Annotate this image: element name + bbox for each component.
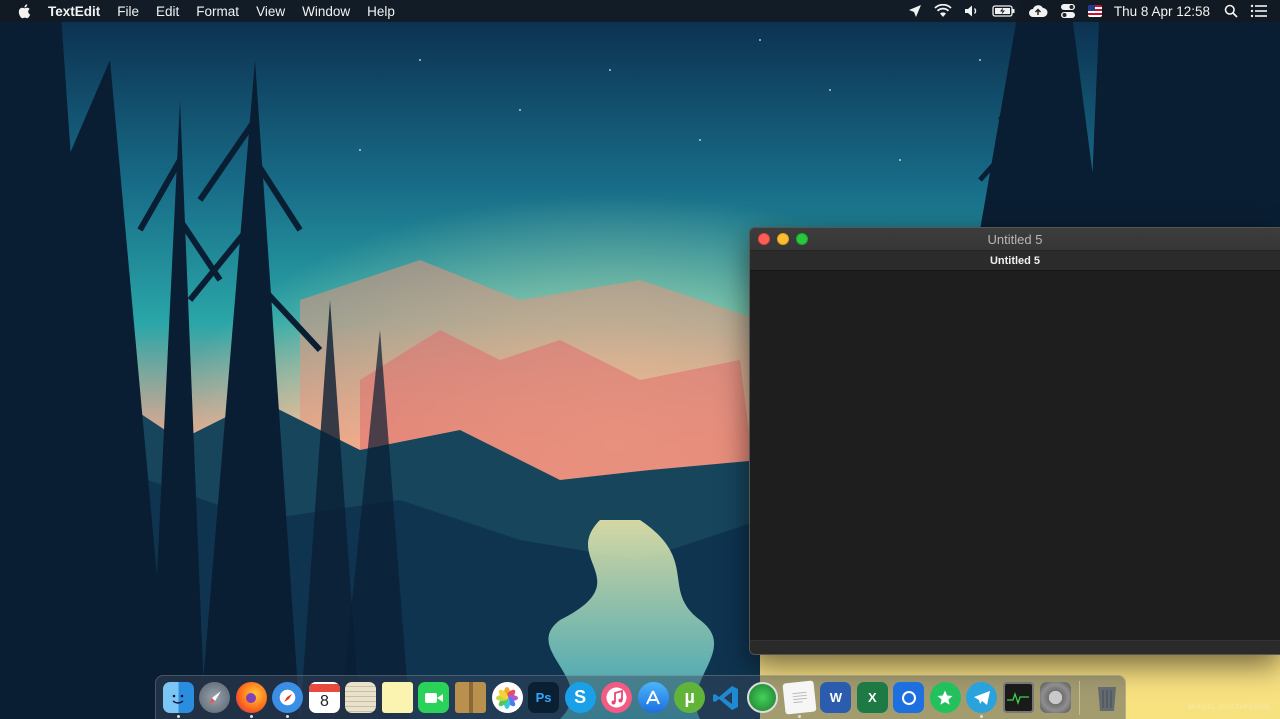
input-source-flag-icon[interactable] xyxy=(1087,5,1102,17)
minimize-window-button[interactable] xyxy=(777,233,789,245)
dock-word[interactable]: W xyxy=(818,678,855,718)
photos-icon xyxy=(491,682,523,713)
window-title: Untitled 5 xyxy=(987,231,1043,247)
word-icon: W xyxy=(820,682,852,713)
dock-calendar[interactable]: 8 xyxy=(306,678,343,718)
menu-edit[interactable]: Edit xyxy=(156,4,179,19)
dock-activity-monitor[interactable] xyxy=(1000,678,1037,718)
archive-utility-icon xyxy=(455,682,487,713)
dock-archive-utility[interactable] xyxy=(452,678,489,718)
dock: 8 Ps S µ W X xyxy=(155,675,1126,719)
dock-itunes[interactable] xyxy=(598,678,635,718)
dock-utorrent[interactable]: µ xyxy=(671,678,708,718)
blue-app-icon xyxy=(893,682,925,713)
volume-icon[interactable] xyxy=(964,4,980,18)
dock-safari[interactable] xyxy=(270,678,307,718)
menu-view[interactable]: View xyxy=(256,4,285,19)
window-controls xyxy=(758,233,815,245)
dock-system-preferences[interactable] xyxy=(1037,678,1074,718)
dock-facetime[interactable] xyxy=(416,678,453,718)
skype-label: S xyxy=(574,687,587,707)
menu-bar: TextEdit File Edit Format View Window He… xyxy=(0,0,1280,22)
finder-icon xyxy=(162,682,194,713)
word-label: W xyxy=(829,690,842,705)
dock-star-app[interactable] xyxy=(927,678,964,718)
dock-app-store[interactable] xyxy=(635,678,672,718)
textedit-window: Untitled 5 Untitled 5 xyxy=(749,227,1280,655)
dock-vscode[interactable] xyxy=(708,678,745,718)
utorrent-icon: µ xyxy=(674,682,706,713)
window-titlebar[interactable]: Untitled 5 xyxy=(750,228,1280,250)
menu-format[interactable]: Format xyxy=(196,4,239,19)
itunes-icon xyxy=(601,682,633,713)
calendar-day-number: 8 xyxy=(319,692,329,710)
dock-finder[interactable] xyxy=(160,678,197,718)
menu-file[interactable]: File xyxy=(117,4,139,19)
dock-textedit[interactable] xyxy=(781,678,818,718)
notes-icon xyxy=(345,682,377,713)
trash-icon xyxy=(1091,682,1122,713)
spotlight-search-icon[interactable] xyxy=(1224,4,1238,18)
photoshop-icon: Ps xyxy=(528,682,560,713)
dock-photoshop[interactable]: Ps xyxy=(525,678,562,718)
system-preferences-icon xyxy=(1039,682,1071,713)
excel-label: X xyxy=(868,690,877,705)
wallpaper-artist-watermark: MIKAEL GUSTAFSSON xyxy=(1188,705,1270,711)
excel-icon: X xyxy=(856,682,888,713)
green-app-icon xyxy=(747,682,779,713)
safari-icon xyxy=(272,682,304,713)
menu-clock[interactable]: Thu 8 Apr 12:58 xyxy=(1114,4,1210,19)
dock-excel[interactable]: X xyxy=(854,678,891,718)
facetime-icon xyxy=(418,682,450,713)
calendar-icon: 8 xyxy=(308,682,340,713)
battery-icon[interactable] xyxy=(992,4,1016,18)
photoshop-label: Ps xyxy=(535,690,552,705)
skype-icon: S xyxy=(564,682,596,713)
dock-blue-app[interactable] xyxy=(891,678,928,718)
notification-center-icon[interactable] xyxy=(1250,4,1268,18)
menu-window[interactable]: Window xyxy=(302,4,350,19)
zoom-window-button[interactable] xyxy=(796,233,808,245)
app-menu-textedit[interactable]: TextEdit xyxy=(48,4,100,19)
dock-photos[interactable] xyxy=(489,678,526,718)
activity-monitor-icon xyxy=(1002,682,1034,713)
textedit-icon xyxy=(782,680,817,715)
dock-green-app[interactable] xyxy=(745,678,782,718)
dock-stickies[interactable] xyxy=(379,678,416,718)
wifi-icon[interactable] xyxy=(934,4,952,18)
firefox-icon xyxy=(235,682,267,713)
location-arrow-icon[interactable] xyxy=(908,4,922,18)
star-app-icon xyxy=(929,682,961,713)
dock-trash[interactable] xyxy=(1088,678,1125,718)
stickies-icon xyxy=(381,682,413,713)
dock-launchpad[interactable] xyxy=(197,678,234,718)
window-bottom-bar xyxy=(750,640,1280,654)
dock-separator xyxy=(1079,680,1081,715)
tab-bar: Untitled 5 xyxy=(750,250,1280,271)
app-store-icon xyxy=(637,682,669,713)
apple-menu-icon[interactable] xyxy=(16,2,34,20)
cloud-upload-icon[interactable] xyxy=(1028,4,1048,18)
menu-help[interactable]: Help xyxy=(367,4,395,19)
telegram-icon xyxy=(966,682,998,713)
vscode-icon xyxy=(711,682,742,713)
tab-untitled-5[interactable]: Untitled 5 xyxy=(990,255,1040,267)
dock-telegram[interactable] xyxy=(964,678,1001,718)
dock-skype[interactable]: S xyxy=(562,678,599,718)
control-toggle-icon[interactable] xyxy=(1060,3,1076,19)
close-window-button[interactable] xyxy=(758,233,770,245)
dock-notes[interactable] xyxy=(343,678,380,718)
status-menus: Thu 8 Apr 12:58 xyxy=(908,0,1280,22)
launchpad-icon xyxy=(199,682,231,713)
dock-firefox[interactable] xyxy=(233,678,270,718)
document-text-area[interactable] xyxy=(750,272,1280,640)
